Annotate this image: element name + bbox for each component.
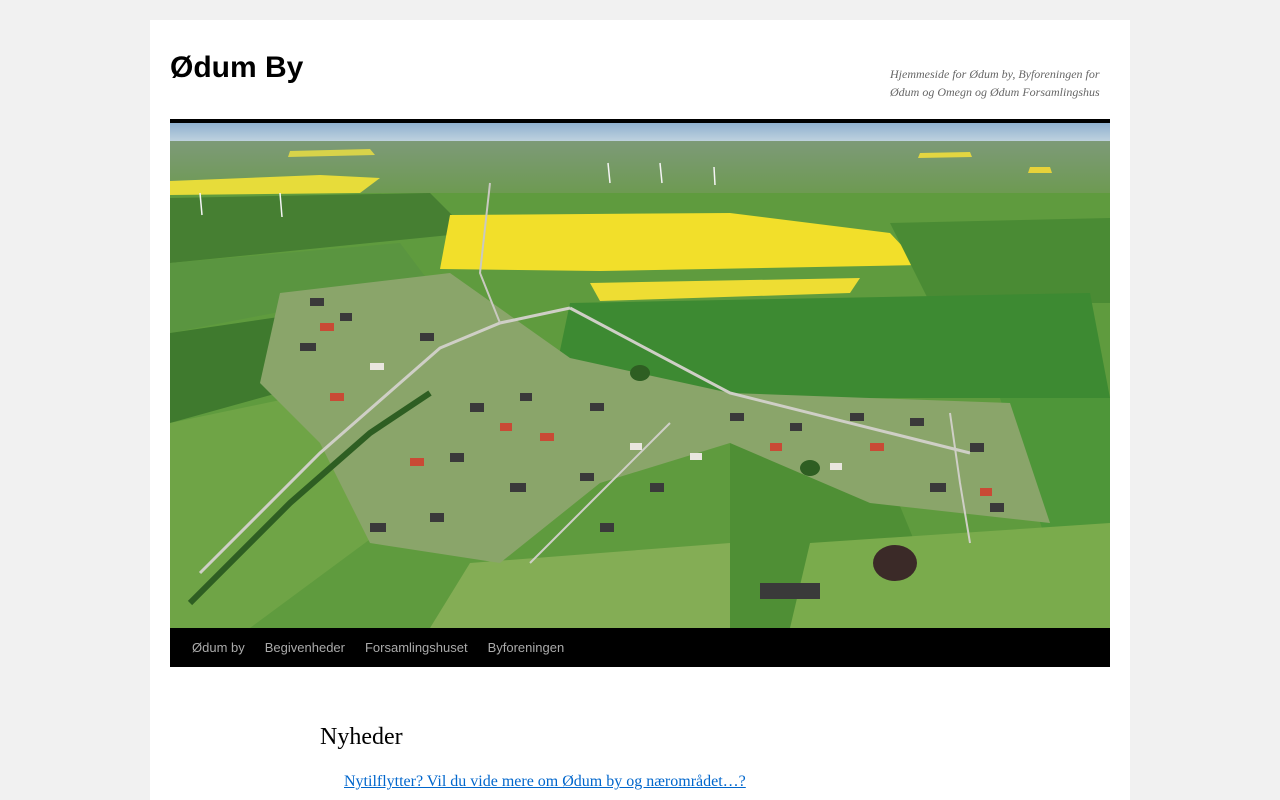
nav-item-begivenheder[interactable]: Begivenheder xyxy=(255,628,355,667)
list-item: Nytilflytter? Vil du vide mere om Ødum b… xyxy=(344,770,960,794)
news-link[interactable]: Nytilflytter? Vil du vide mere om Ødum b… xyxy=(344,773,746,790)
main-navigation: Ødum by Begivenheder Forsamlingshuset By… xyxy=(170,628,1110,667)
page-title: Nyheder xyxy=(320,724,403,750)
page-wrapper: Ødum By Hjemmeside for Ødum by, Byforeni… xyxy=(150,20,1130,800)
news-list: Nytilflytter? Vil du vide mere om Ødum b… xyxy=(320,770,960,794)
main-content: Nyheder Nytilflytter? Vil du vide mere o… xyxy=(320,720,960,794)
nav-item-byforeningen[interactable]: Byforeningen xyxy=(478,628,575,667)
header-image xyxy=(170,123,1110,628)
nav-item-odum-by[interactable]: Ødum by xyxy=(182,628,255,667)
site-description: Hjemmeside for Ødum by, Byforeningen for… xyxy=(890,67,1100,99)
site-title[interactable]: Ødum By xyxy=(170,50,303,86)
nav-item-forsamlingshuset[interactable]: Forsamlingshuset xyxy=(355,628,478,667)
